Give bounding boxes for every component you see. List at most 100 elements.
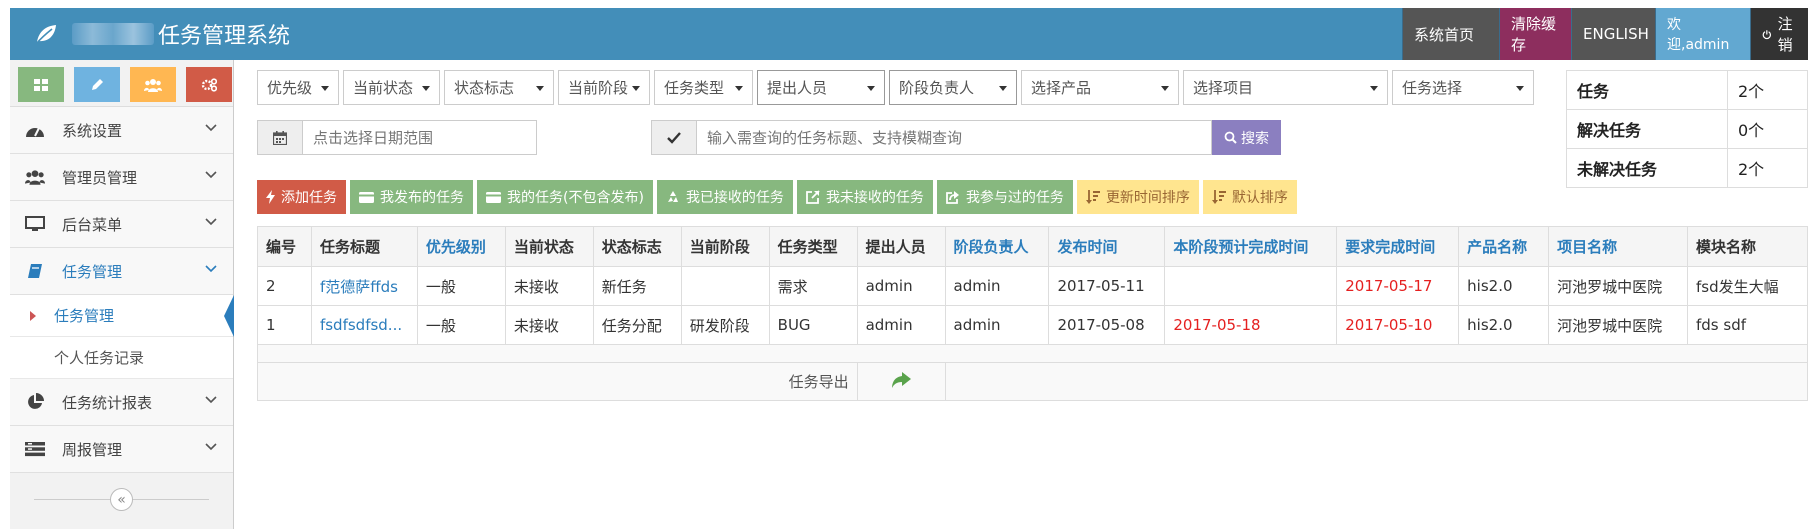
column-header[interactable]: 任务类型 (768, 226, 858, 267)
share-icon (946, 191, 959, 204)
stage-select[interactable]: 当前阶段 (558, 70, 650, 105)
share-arrow-icon (892, 371, 912, 388)
export-button[interactable] (856, 362, 946, 401)
column-header-sortable[interactable]: 阶段负责人 (944, 226, 1050, 267)
sort-amount-icon (1211, 190, 1226, 204)
column-header[interactable]: 任务标题 (310, 226, 418, 267)
sidebar-item-label: 周报管理 (62, 440, 123, 459)
caret-down-icon (867, 86, 875, 91)
column-header[interactable]: 编号 (257, 226, 312, 267)
sidebar-item-backend-menu[interactable]: 后台菜单 (10, 201, 233, 248)
spacer-cell (257, 344, 1808, 363)
my-tasks-button[interactable]: 我的任务(不包含发布) (477, 180, 653, 214)
nav-clear-cache[interactable]: 清除缓存 (1499, 8, 1571, 60)
sidebar-item-weekly-reports[interactable]: 周报管理 (10, 426, 233, 473)
column-header-sortable[interactable]: 本阶段预计完成时间 (1164, 226, 1338, 267)
sidebar-item-task-management[interactable]: 任务管理 (10, 248, 233, 295)
column-header[interactable]: 状态标志 (592, 226, 682, 267)
sidebar-item-task-reports[interactable]: 任务统计报表 (10, 379, 233, 426)
sidebar-item-label: 后台菜单 (62, 215, 123, 234)
column-header[interactable]: 当前状态 (504, 226, 594, 267)
add-task-button[interactable]: 添加任务 (257, 180, 346, 214)
search-button-label: 搜索 (1241, 129, 1269, 146)
button-label: 我已接收的任务 (685, 190, 784, 206)
date-range-input[interactable] (303, 121, 533, 154)
cell-id: 1 (257, 305, 312, 345)
proposer-select[interactable]: 提出人员 (757, 70, 885, 105)
sidebar-item-system-settings[interactable]: 系统设置 (10, 107, 233, 154)
cell-title-link[interactable]: f范德萨ffds (310, 266, 418, 306)
sidebar-item-label: 管理员管理 (62, 168, 138, 187)
shortcut-grid-button[interactable] (18, 67, 64, 102)
search-input[interactable] (697, 120, 1212, 155)
users-icon (144, 78, 162, 92)
project-select[interactable]: 选择项目 (1183, 70, 1388, 105)
brand[interactable]: 任务管理系统 (10, 18, 290, 50)
my-published-tasks-button[interactable]: 我发布的任务 (350, 180, 473, 214)
cell-stage (680, 266, 770, 306)
sidebar-collapse-row: « (10, 473, 233, 525)
caret-down-icon (1370, 86, 1378, 91)
stats-value: 2个 (1727, 148, 1808, 188)
list-icon (24, 440, 46, 458)
sidebar-collapse-button[interactable]: « (110, 488, 133, 511)
sidebar-item-admin-management[interactable]: 管理员管理 (10, 154, 233, 201)
filter-bar: 优先级 当前状态 状态标志 当前阶段 任务类型 提出人员 阶段负责人 选择产品 … (257, 70, 1534, 105)
column-header-sortable[interactable]: 产品名称 (1458, 226, 1550, 267)
search-button[interactable]: 搜索 (1212, 120, 1281, 155)
column-header[interactable]: 提出人员 (856, 226, 946, 267)
top-nav: 系统首页 清除缓存 ENGLISH 欢迎,admin 注销 (1402, 8, 1808, 60)
my-participated-tasks-button[interactable]: 我参与过的任务 (936, 180, 1073, 214)
monitor-icon (24, 215, 46, 233)
sidebar-subitem-personal-records[interactable]: 个人任务记录 (10, 337, 233, 379)
my-unreceived-tasks-button[interactable]: 我未接收的任务 (796, 180, 933, 214)
sidebar-subitem-label: 个人任务记录 (54, 349, 145, 367)
task-table: 编号 任务标题 优先级别 当前状态 状态标志 当前阶段 任务类型 提出人员 阶段… (257, 226, 1808, 401)
cell-status: 未接收 (504, 266, 594, 306)
credit-card-icon (486, 191, 501, 203)
task-select[interactable]: 任务选择 (1392, 70, 1534, 105)
sidebar-subitem-task-management[interactable]: 任务管理 (10, 295, 234, 337)
priority-select[interactable]: 优先级 (257, 70, 339, 105)
my-received-tasks-button[interactable]: 我已接收的任务 (656, 180, 793, 214)
cell-priority: 一般 (416, 305, 506, 345)
column-header-sortable[interactable]: 优先级别 (416, 226, 506, 267)
stage-owner-select[interactable]: 阶段负责人 (889, 70, 1017, 105)
cell-stage-due: 2017-05-18 (1164, 305, 1338, 345)
status-select[interactable]: 当前状态 (343, 70, 440, 105)
stats-label: 未解决任务 (1566, 148, 1728, 188)
nav-english[interactable]: ENGLISH (1571, 8, 1655, 60)
shortcut-cogs-button[interactable] (186, 67, 232, 102)
task-type-select[interactable]: 任务类型 (654, 70, 753, 105)
column-header-sortable[interactable]: 项目名称 (1548, 226, 1688, 267)
button-label: 我的任务(不包含发布) (507, 190, 644, 206)
nav-user[interactable]: 欢迎,admin (1655, 8, 1750, 60)
chevron-down-icon (205, 443, 217, 451)
column-header-sortable[interactable]: 要求完成时间 (1336, 226, 1460, 267)
bolt-icon (266, 190, 275, 204)
sort-by-update-time-button[interactable]: 更新时间排序 (1076, 180, 1199, 214)
cell-status-flag: 任务分配 (592, 305, 682, 345)
select-label: 当前阶段 (568, 79, 629, 97)
stats-value: 2个 (1727, 70, 1808, 110)
cell-title-link[interactable]: fsdfsdfsd... (310, 305, 418, 345)
table-row[interactable]: 2 f范德萨ffds 一般 未接收 新任务 需求 admin admin 201… (257, 266, 1808, 306)
column-header-sortable[interactable]: 发布时间 (1048, 226, 1166, 267)
table-row[interactable]: 1 fsdfsdfsd... 一般 未接收 任务分配 研发阶段 BUG admi… (257, 305, 1808, 345)
nav-home[interactable]: 系统首页 (1402, 8, 1499, 60)
column-header[interactable]: 模块名称 (1687, 226, 1808, 267)
calendar-icon[interactable] (258, 121, 303, 154)
status-flag-select[interactable]: 状态标志 (444, 70, 554, 105)
cell-id: 2 (257, 266, 312, 306)
nav-logout[interactable]: 注销 (1750, 8, 1808, 60)
default-sort-button[interactable]: 默认排序 (1202, 180, 1297, 214)
shortcut-users-button[interactable] (130, 67, 176, 102)
column-header[interactable]: 当前阶段 (680, 226, 770, 267)
sidebar: 系统设置 管理员管理 后台菜单 任务管理 任务管理 个人任务记录 任务统计报表 … (10, 60, 234, 529)
sidebar-item-label: 任务统计报表 (62, 393, 153, 412)
cell-stage-owner: admin (944, 305, 1050, 345)
cell-publish-date: 2017-05-11 (1048, 266, 1166, 306)
product-select[interactable]: 选择产品 (1021, 70, 1179, 105)
shortcut-pencil-button[interactable] (74, 67, 120, 102)
chevron-down-icon (205, 124, 217, 132)
